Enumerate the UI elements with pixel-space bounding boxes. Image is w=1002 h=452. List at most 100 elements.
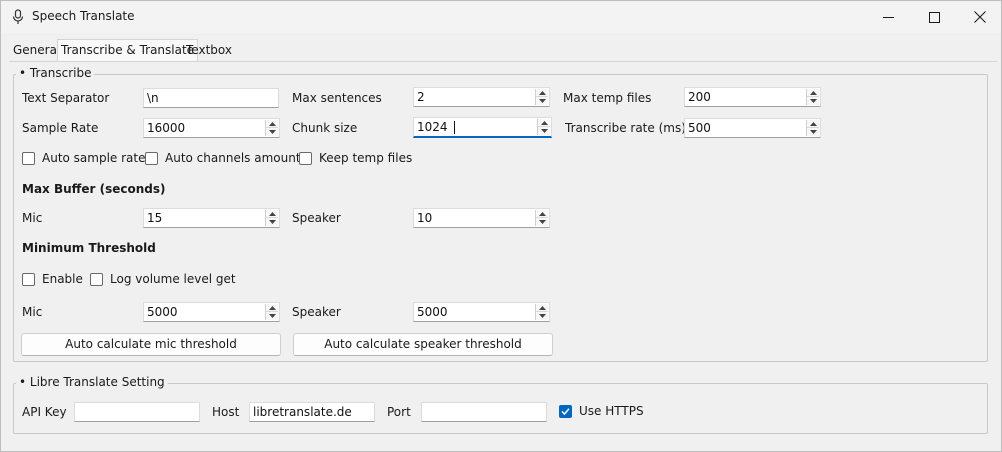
keep-temp-files-label: Keep temp files [319,151,413,165]
keep-temp-files-checkbox[interactable]: Keep temp files [299,151,412,165]
spin-arrows[interactable] [265,120,278,136]
checkbox-box[interactable] [90,272,103,286]
libre-group-title-text: Libre Translate Setting [29,375,165,389]
spin-up-arrow-icon[interactable] [807,89,819,97]
checkbox-box[interactable] [145,151,158,165]
tab-textbox[interactable]: Textbox [182,41,236,61]
text-separator-input[interactable]: \n [143,88,279,108]
spin-down-arrow-icon[interactable] [536,218,548,226]
transcribe-group-title-text: Transcribe [29,66,92,80]
spin-arrows[interactable] [537,119,550,135]
spin-arrows[interactable] [535,89,548,105]
max-sentences-label: Max sentences [292,91,382,105]
buffer-mic-label: Mic [22,211,43,225]
buffer-speaker-label: Speaker [292,211,341,225]
checkbox-box[interactable] [22,151,35,165]
threshold-speaker-value: 5000 [417,305,448,319]
spin-down-arrow-icon[interactable] [807,128,819,136]
use-https-checkbox[interactable]: Use HTTPS [559,404,644,418]
spin-down-arrow-icon[interactable] [266,218,278,226]
spin-up-arrow-icon[interactable] [266,210,278,218]
api-key-input[interactable] [74,402,200,422]
sample-rate-value: 16000 [147,121,186,135]
spin-arrows[interactable] [265,304,278,320]
chunk-size-spinbox[interactable]: 1024 [413,117,552,138]
transcribe-rate-value: 500 [688,121,711,135]
threshold-speaker-label: Speaker [292,305,341,319]
spin-arrows[interactable] [535,304,548,320]
auto-calc-speaker-threshold-button[interactable]: Auto calculate speaker threshold [293,333,553,356]
spin-up-arrow-icon[interactable] [536,304,548,312]
tab-general[interactable]: General [9,41,64,61]
spin-up-arrow-icon[interactable] [538,119,550,127]
log-volume-label: Log volume level get [110,272,236,286]
minimize-button[interactable] [865,1,911,33]
max-sentences-value: 2 [417,90,425,104]
spin-down-arrow-icon[interactable] [266,128,278,136]
spin-down-arrow-icon[interactable] [266,312,278,320]
spin-arrows[interactable] [806,89,819,105]
spin-down-arrow-icon[interactable] [536,97,548,105]
spin-arrows[interactable] [535,210,548,226]
auto-sample-rate-checkbox[interactable]: Auto sample rate [22,151,146,165]
microphone-icon [12,9,24,24]
libre-group-title: • Libre Translate Setting [16,375,168,389]
threshold-mic-label: Mic [22,305,43,319]
auto-sample-rate-label: Auto sample rate [42,151,146,165]
sample-rate-label: Sample Rate [22,121,99,135]
window-title: Speech Translate [32,9,135,23]
sample-rate-spinbox[interactable]: 16000 [143,118,280,138]
spin-arrows[interactable] [806,120,819,136]
transcribe-rate-label: Transcribe rate (ms) [565,121,686,135]
maximize-icon [928,11,940,23]
spin-arrows[interactable] [265,210,278,226]
use-https-label: Use HTTPS [579,404,644,418]
checkbox-box[interactable] [22,272,35,286]
threshold-speaker-spinbox[interactable]: 5000 [413,302,550,322]
spin-down-arrow-icon[interactable] [807,97,819,105]
buffer-speaker-spinbox[interactable]: 10 [413,208,550,228]
threshold-enable-label: Enable [42,272,83,286]
buffer-mic-spinbox[interactable]: 15 [143,208,280,228]
threshold-mic-value: 5000 [147,305,178,319]
threshold-mic-spinbox[interactable]: 5000 [143,302,280,322]
close-icon [974,11,986,23]
max-buffer-heading: Max Buffer (seconds) [22,182,166,196]
spin-up-arrow-icon[interactable] [807,120,819,128]
maximize-button[interactable] [911,1,957,33]
buffer-speaker-value: 10 [417,211,433,225]
log-volume-checkbox[interactable]: Log volume level get [90,272,236,286]
app-window: Speech Translate General Transcribe & Tr… [0,0,1002,452]
checkbox-box[interactable] [299,151,312,165]
tab-panel-border [9,61,997,62]
buffer-mic-value: 15 [147,211,163,225]
spin-down-arrow-icon[interactable] [536,312,548,320]
port-label: Port [387,405,411,419]
host-input[interactable]: libretranslate.de [249,402,375,422]
spin-up-arrow-icon[interactable] [266,120,278,128]
threshold-enable-checkbox[interactable]: Enable [22,272,83,286]
spin-up-arrow-icon[interactable] [536,210,548,218]
chunk-size-label: Chunk size [292,121,358,135]
spin-up-arrow-icon[interactable] [536,89,548,97]
port-input[interactable] [421,402,547,422]
max-sentences-spinbox[interactable]: 2 [413,87,550,107]
auto-channels-checkbox[interactable]: Auto channels amount [145,151,301,165]
title-bar[interactable]: Speech Translate [1,1,1001,33]
host-label: Host [212,405,240,419]
checkmark-icon [561,407,570,415]
min-threshold-heading: Minimum Threshold [22,241,156,255]
max-temp-files-spinbox[interactable]: 200 [684,87,821,107]
spin-down-arrow-icon[interactable] [538,127,550,135]
checkbox-checked[interactable] [559,404,572,418]
tab-transcribe-translate[interactable]: Transcribe & Translate [57,39,199,62]
close-button[interactable] [957,1,1002,33]
transcribe-rate-spinbox[interactable]: 500 [684,118,821,138]
transcribe-group-title: • Transcribe [16,66,95,80]
auto-channels-label: Auto channels amount [165,151,301,165]
max-temp-files-value: 200 [688,90,711,104]
spin-up-arrow-icon[interactable] [266,304,278,312]
max-temp-files-label: Max temp files [563,91,652,105]
api-key-label: API Key [22,405,67,419]
auto-calc-mic-threshold-button[interactable]: Auto calculate mic threshold [21,333,281,356]
